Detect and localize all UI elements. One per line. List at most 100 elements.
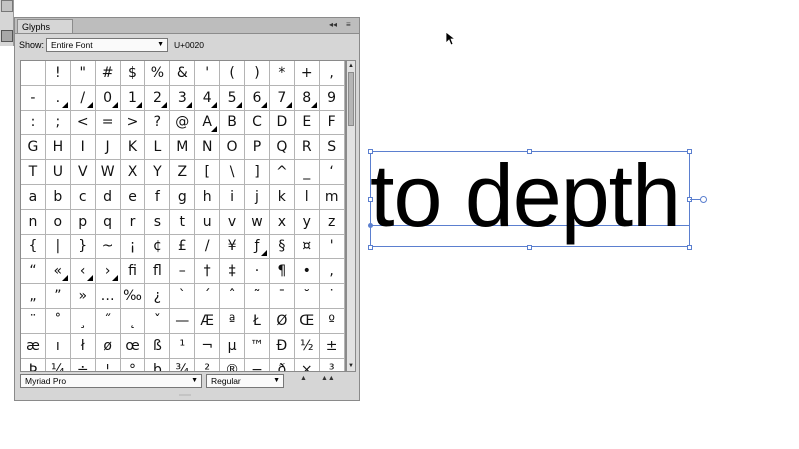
glyph-cell[interactable]: W xyxy=(95,160,121,185)
glyph-cell[interactable]: m xyxy=(319,184,345,210)
glyph-cell[interactable]: b xyxy=(45,184,71,210)
glyph-cell[interactable]: ß xyxy=(145,333,171,359)
panel-titlebar[interactable]: Glyphs ◂◂ ≡ xyxy=(15,18,359,34)
glyph-cell[interactable]: ™ xyxy=(245,333,270,359)
glyph-cell[interactable]: £ xyxy=(170,234,196,260)
glyph-cell[interactable]: _ xyxy=(294,160,320,185)
glyph-cell[interactable]: ¾ xyxy=(170,358,196,371)
glyph-cell[interactable]: ¨ xyxy=(21,308,46,334)
glyph-cell[interactable]: = xyxy=(95,110,121,136)
glyph-cell[interactable]: z xyxy=(319,209,345,235)
glyph-cell[interactable]: { xyxy=(21,234,46,260)
glyph-cell[interactable]: ° xyxy=(121,358,146,371)
glyph-cell[interactable]: ˆ xyxy=(220,284,246,309)
glyph-cell[interactable]: p xyxy=(70,209,96,235)
glyph-cell[interactable]: : xyxy=(21,110,46,136)
glyph-cell[interactable]: ¸ xyxy=(70,308,96,334)
glyph-cell[interactable]: 3 xyxy=(170,85,196,111)
glyph-cell[interactable]: ¦ xyxy=(96,358,121,371)
glyph-cell[interactable]: Ø xyxy=(269,308,295,334)
glyph-cell[interactable]: % xyxy=(145,61,171,86)
glyph-cell[interactable]: ‡ xyxy=(220,259,246,285)
glyph-cell[interactable]: ˝ xyxy=(95,308,121,334)
glyph-cell[interactable]: ª xyxy=(220,308,246,334)
glyph-cell[interactable]: ¯ xyxy=(269,284,295,309)
glyph-cell[interactable]: u xyxy=(195,209,221,235)
glyph-cell[interactable]: − xyxy=(245,358,270,371)
glyph-cell[interactable]: q xyxy=(95,209,121,235)
glyph-cell[interactable]: V xyxy=(70,160,96,185)
glyph-cell[interactable]: ? xyxy=(145,110,171,136)
glyph-cell[interactable]: Z xyxy=(170,160,196,185)
glyph-cell[interactable]: … xyxy=(95,284,121,309)
glyph-cell[interactable]: œ xyxy=(120,333,146,359)
glyph-cell[interactable]: ¶ xyxy=(269,259,295,285)
glyph-cell[interactable]: ˇ xyxy=(145,308,171,334)
glyph-cell[interactable]: – xyxy=(170,259,196,285)
glyph-cell[interactable]: 0 xyxy=(95,85,121,111)
glyph-cell[interactable]: ) xyxy=(245,61,270,86)
scroll-down-icon[interactable]: ▼ xyxy=(347,361,355,371)
glyph-cell[interactable]: J xyxy=(95,135,121,161)
glyph-scrollbar[interactable]: ▲ ▼ xyxy=(346,60,356,372)
glyph-cell[interactable]: 7 xyxy=(269,85,295,111)
glyph-cell[interactable]: T xyxy=(21,160,46,185)
glyph-cell[interactable]: × xyxy=(295,358,320,371)
glyph-cell[interactable]: ~ xyxy=(95,234,121,260)
glyph-cell[interactable]: r xyxy=(120,209,146,235)
show-dropdown[interactable]: Entire Font ▼ xyxy=(46,38,168,52)
glyph-cell[interactable]: c xyxy=(70,184,96,210)
glyph-cell[interactable]: O xyxy=(220,135,246,161)
glyph-cell[interactable]: “ xyxy=(21,259,46,285)
glyph-cell[interactable]: ÷ xyxy=(71,358,96,371)
glyph-cell[interactable]: o xyxy=(45,209,71,235)
zoom-in-icon[interactable]: ▲▲ xyxy=(321,375,335,382)
glyph-cell[interactable]: $ xyxy=(120,61,146,86)
glyph-cell[interactable]: ^ xyxy=(269,160,295,185)
glyph-cell[interactable]: / xyxy=(195,234,221,260)
zoom-out-icon[interactable]: ▲ xyxy=(300,375,307,382)
glyph-cell[interactable]: I xyxy=(70,135,96,161)
glyph-cell[interactable]: . xyxy=(45,85,71,111)
glyph-cell[interactable]: Ł xyxy=(245,308,270,334)
glyph-cell[interactable]: ‰ xyxy=(120,284,146,309)
glyph-cell[interactable]: } xyxy=(70,234,96,260)
glyph-cell[interactable]: ˘ xyxy=(294,284,320,309)
glyph-cell[interactable]: i xyxy=(220,184,246,210)
glyph-cell[interactable]: ˙ xyxy=(319,284,345,309)
glyph-cell[interactable]: | xyxy=(45,234,71,260)
glyph-cell[interactable]: ¥ xyxy=(220,234,246,260)
glyph-cell[interactable]: L xyxy=(145,135,171,161)
glyph-cell[interactable]: " xyxy=(70,61,96,86)
glyph-cell[interactable]: · xyxy=(245,259,270,285)
glyph-cell[interactable]: › xyxy=(95,259,121,285)
glyph-cell[interactable]: ” xyxy=(45,284,71,309)
type-tool-button[interactable] xyxy=(1,30,13,42)
glyph-cell[interactable]: ‘ xyxy=(319,160,345,185)
glyph-cell[interactable]: ] xyxy=(245,160,270,185)
glyph-cell[interactable]: ˜ xyxy=(245,284,270,309)
glyph-cell[interactable]: d xyxy=(95,184,121,210)
glyph-cell[interactable]: R xyxy=(294,135,320,161)
resize-grip-icon[interactable]: ⋯⋯ xyxy=(179,392,191,399)
glyph-cell[interactable]: > xyxy=(120,110,146,136)
glyph-cell[interactable]: ˚ xyxy=(45,308,71,334)
glyph-cell[interactable]: , xyxy=(319,61,345,86)
glyph-cell[interactable]: ƒ xyxy=(245,234,270,260)
glyph-cell[interactable]: Y xyxy=(145,160,171,185)
glyph-cell[interactable]: ﬁ xyxy=(120,259,146,285)
glyph-cell[interactable]: ' xyxy=(319,234,345,260)
glyph-cell[interactable]: µ xyxy=(220,333,246,359)
glyph-cell[interactable]: X xyxy=(120,160,146,185)
glyph-cell[interactable]: a xyxy=(21,184,46,210)
glyph-cell[interactable]: ¼ xyxy=(46,358,71,371)
glyph-cell[interactable]: 2 xyxy=(145,85,171,111)
glyph-cell[interactable]: U xyxy=(45,160,71,185)
glyph-cell[interactable]: k xyxy=(269,184,295,210)
glyphs-tab[interactable]: Glyphs xyxy=(17,19,73,33)
glyph-cell[interactable]: 6 xyxy=(245,85,270,111)
glyph-cell[interactable]: [ xyxy=(195,160,221,185)
glyph-cell[interactable]: S xyxy=(319,135,345,161)
glyph-cell[interactable]: G xyxy=(21,135,46,161)
glyph-cell[interactable]: ; xyxy=(45,110,71,136)
